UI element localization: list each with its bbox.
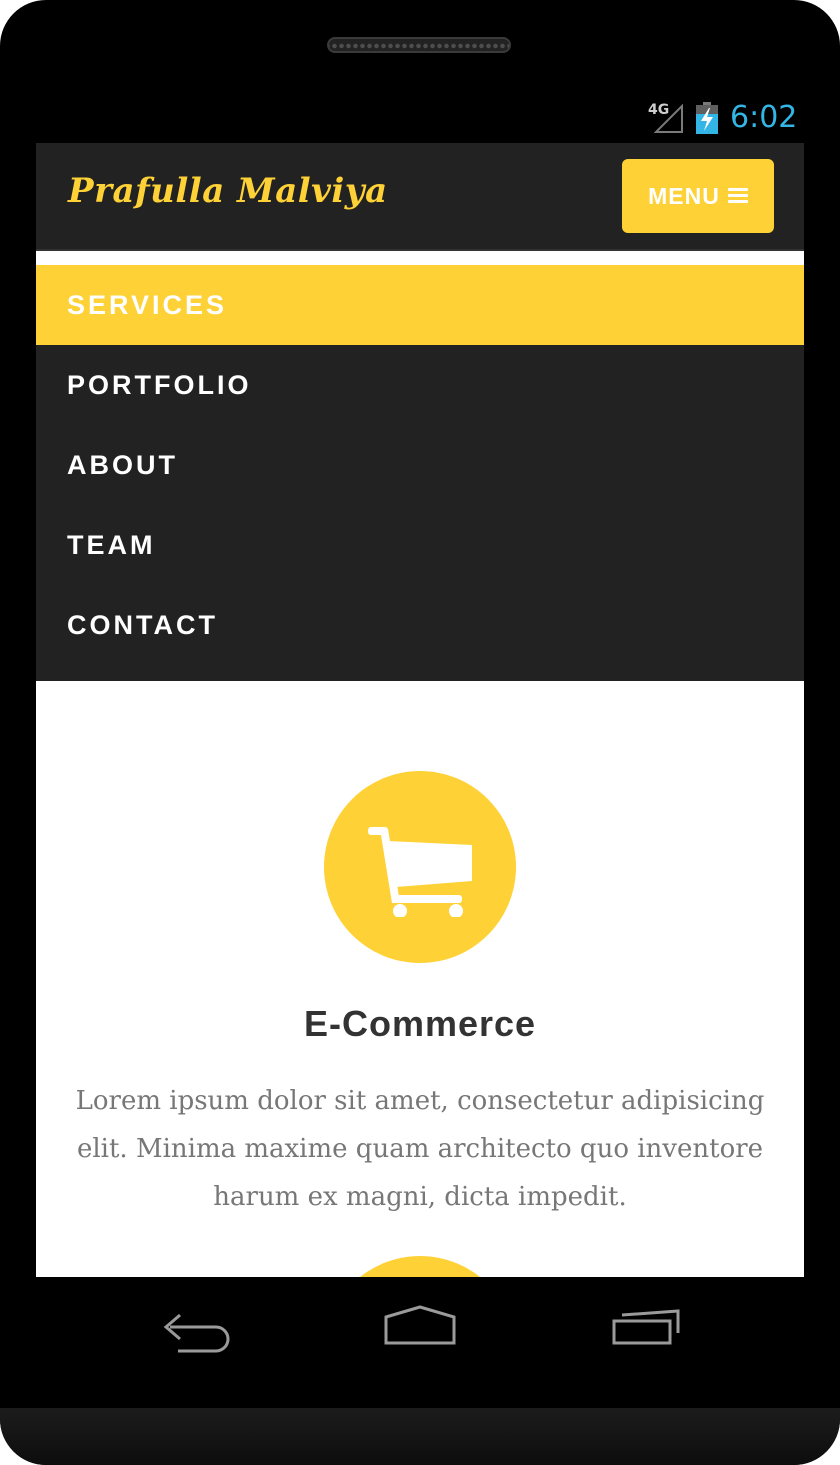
nav-menu: SERVICES PORTFOLIO ABOUT TEAM CONTACT <box>36 265 804 681</box>
clock: 6:02 <box>730 100 798 135</box>
speaker-grille <box>327 37 511 53</box>
service-title: E-Commerce <box>303 1003 537 1044</box>
nav-item-portfolio[interactable]: PORTFOLIO <box>36 345 804 425</box>
nav-item-contact[interactable]: CONTACT <box>36 585 804 665</box>
signal-icon <box>654 104 683 133</box>
phone-chin <box>0 1408 840 1465</box>
brand-logo[interactable]: Prafulla Malviya <box>68 171 388 211</box>
back-icon[interactable] <box>156 1303 236 1353</box>
menu-button-label: MENU <box>648 182 720 209</box>
app-screen: Prafulla Malviya MENU SERVICES PORTFOLIO… <box>36 143 804 1277</box>
menu-button[interactable]: MENU <box>622 159 774 233</box>
system-navigation-bar <box>36 1277 804 1408</box>
shopping-cart-icon <box>368 827 472 917</box>
phone-frame: 4G 6:02 Prafulla Malviya MENU SERVICES P… <box>0 0 840 1465</box>
service-icon-circle <box>324 771 516 963</box>
service-description: Lorem ipsum dolor sit amet, consectetur … <box>75 1086 765 1212</box>
service-icon-circle <box>324 1256 516 1277</box>
top-navbar: Prafulla Malviya MENU <box>36 143 804 251</box>
nav-item-about[interactable]: ABOUT <box>36 425 804 505</box>
hamburger-icon <box>727 188 748 204</box>
nav-item-services[interactable]: SERVICES <box>36 265 804 345</box>
status-bar: 4G 6:02 <box>36 96 804 143</box>
nav-item-team[interactable]: TEAM <box>36 505 804 585</box>
recent-apps-icon[interactable] <box>606 1303 686 1353</box>
battery-charging-icon <box>696 102 718 134</box>
home-icon[interactable] <box>380 1303 460 1353</box>
